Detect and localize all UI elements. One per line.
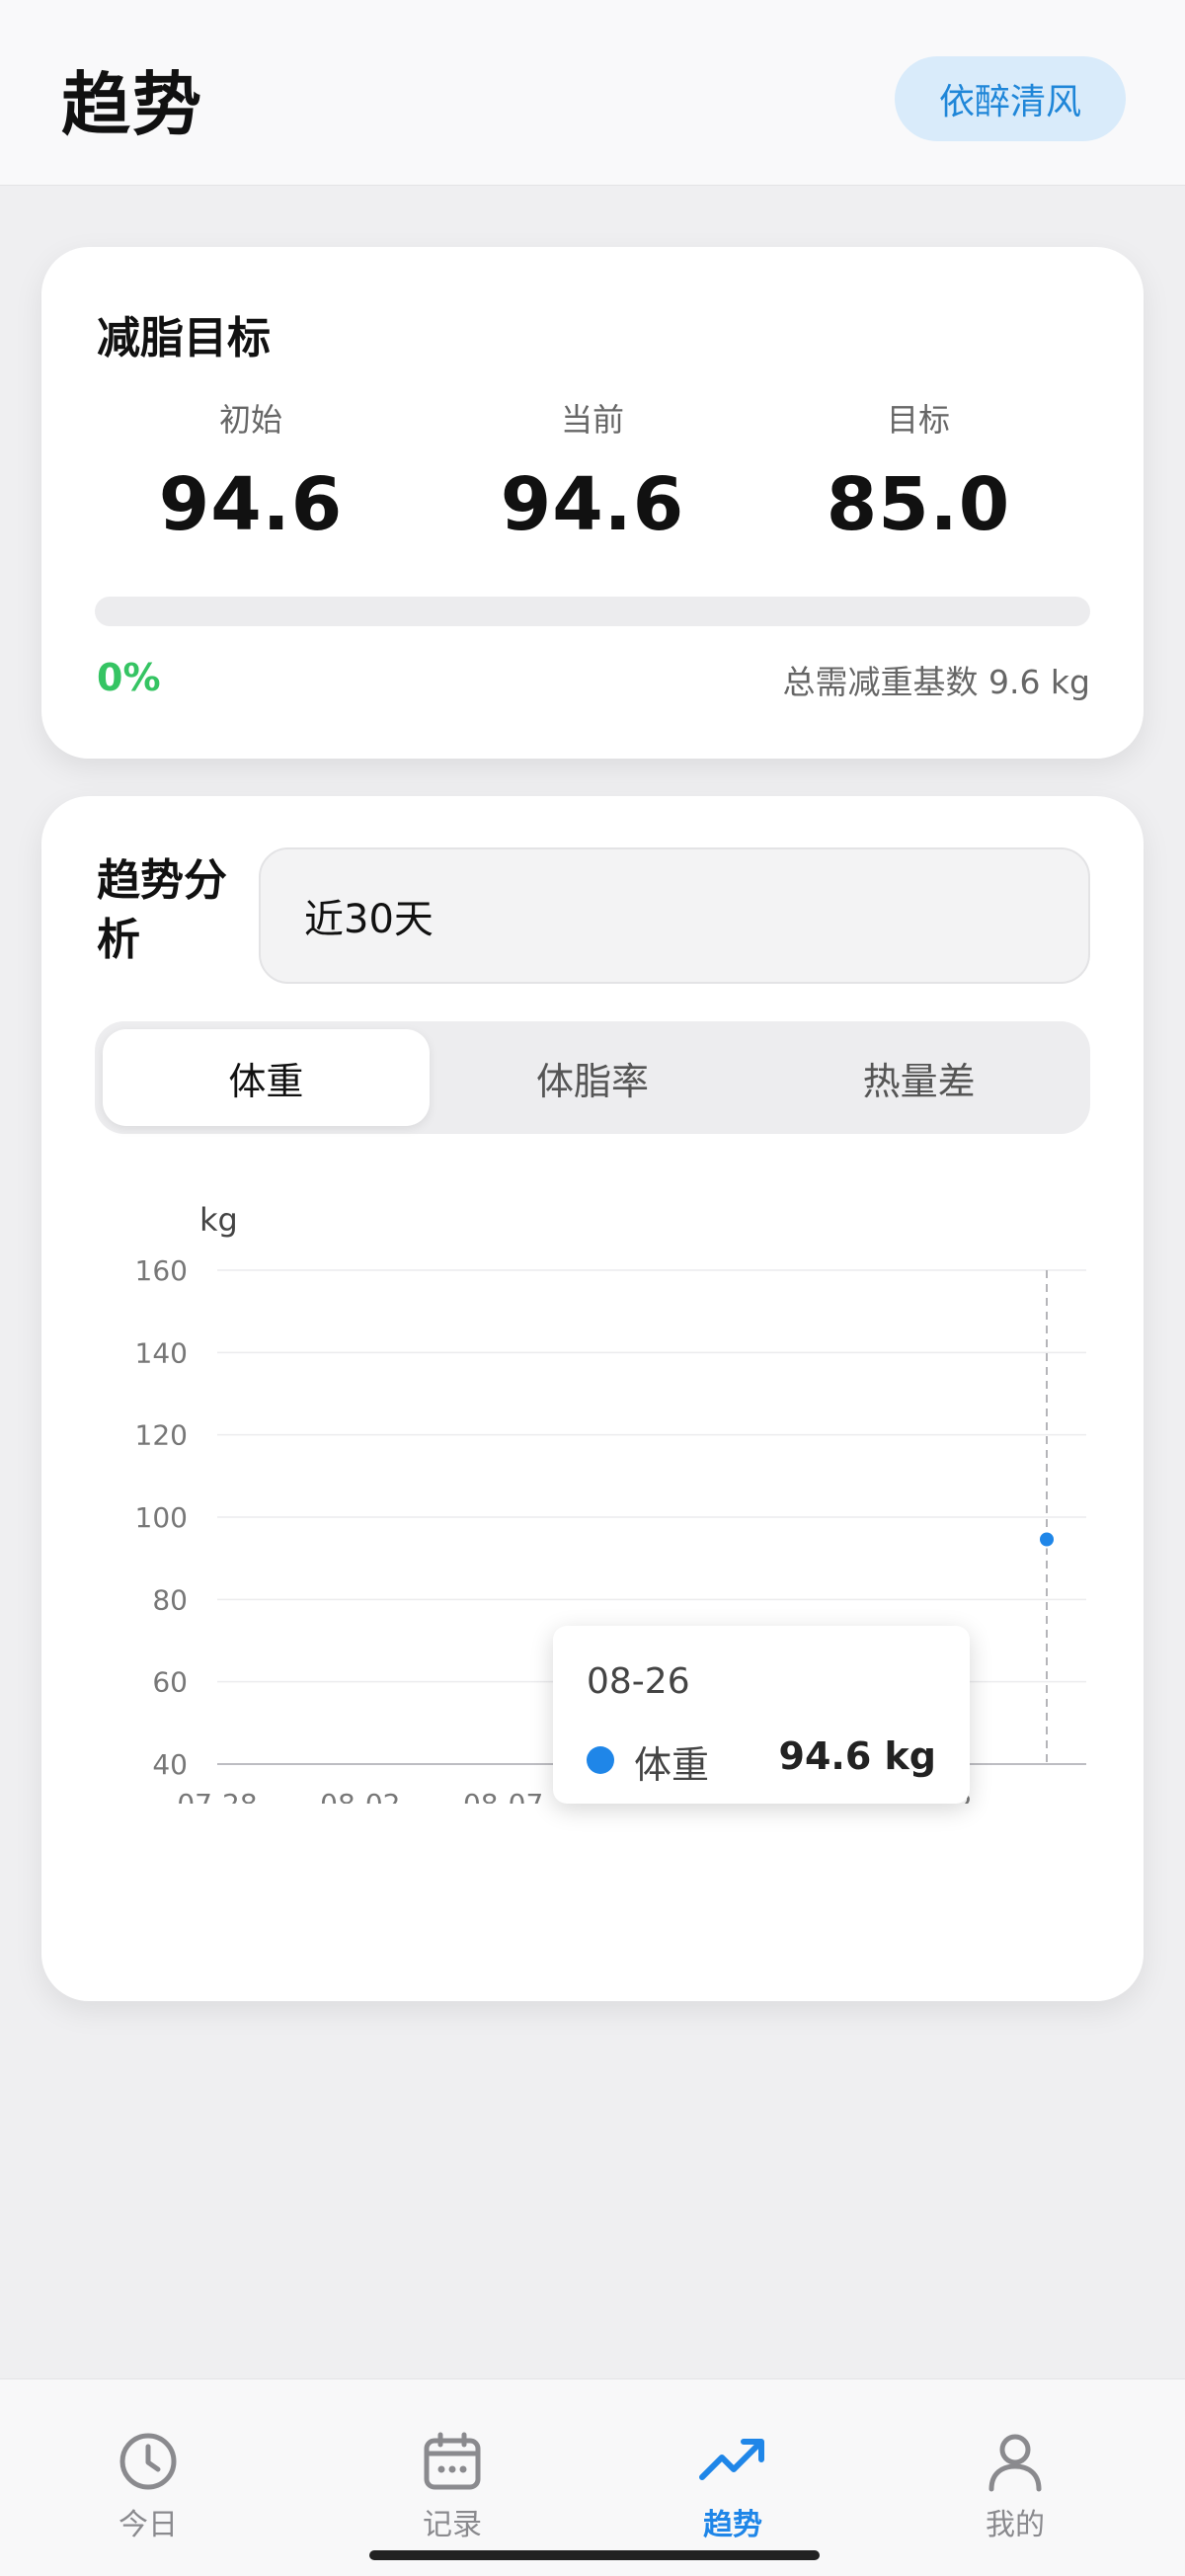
stat-initial-label: 初始: [218, 401, 282, 439]
person-icon: [916, 2427, 1114, 2496]
goal-progress-bar: [95, 597, 1090, 626]
stat-target: 目标 85.0: [770, 395, 1066, 547]
stat-current-label: 当前: [560, 401, 624, 439]
y-tick-label: 160: [135, 1254, 188, 1287]
nav-label-mine: 我的: [986, 2508, 1045, 2542]
user-chip[interactable]: 依醉清风: [895, 56, 1126, 141]
weight-trend-chart[interactable]: kg 40608010012014016007-2808-0208-0708-1…: [41, 1171, 1144, 1804]
range-select[interactable]: 近30天: [259, 847, 1090, 984]
chart-tooltip: 08-26 体重 94.6 kg: [553, 1626, 970, 1804]
y-tick-label: 80: [152, 1583, 188, 1616]
tooltip-value: 94.6 kg: [778, 1734, 936, 1778]
stat-initial-value: 94.6: [158, 462, 344, 547]
nav-item-today[interactable]: 今日: [49, 2427, 247, 2543]
nav-item-records[interactable]: 记录: [354, 2427, 551, 2543]
nav-item-trends[interactable]: 趋势: [634, 2427, 831, 2543]
y-tick-label: 60: [152, 1666, 188, 1699]
page-title: 趋势: [61, 64, 203, 145]
tab-body-fat[interactable]: 体脂率: [430, 1029, 756, 1126]
y-tick-label: 100: [135, 1501, 188, 1534]
y-tick-label: 120: [135, 1419, 188, 1452]
stat-initial: 初始 94.6: [103, 395, 399, 547]
header: 趋势 依醉清风: [0, 0, 1185, 186]
stat-current-value: 94.6: [500, 462, 685, 547]
trend-card-title: 趋势分析: [97, 855, 227, 965]
y-tick-label: 40: [152, 1748, 188, 1781]
calendar-icon: [354, 2427, 551, 2496]
x-tick-label: 08-02: [320, 1788, 400, 1804]
trend-up-icon: [634, 2427, 831, 2496]
clock-icon: [49, 2427, 247, 2496]
nav-item-mine[interactable]: 我的: [916, 2427, 1114, 2543]
nav-label-records: 记录: [423, 2508, 482, 2542]
nav-label-today: 今日: [118, 2508, 178, 2542]
stat-target-value: 85.0: [826, 462, 1011, 547]
goal-card-title: 减脂目标: [97, 313, 271, 363]
metric-segmented-control: 体重 体脂率 热量差: [95, 1021, 1090, 1134]
x-tick-label: 08-07: [463, 1788, 543, 1804]
x-tick-label: 07-28: [177, 1788, 257, 1804]
nav-label-trends: 趋势: [703, 2508, 762, 2542]
tooltip-series-dot: [587, 1746, 614, 1774]
stat-target-label: 目标: [886, 401, 950, 439]
tab-weight[interactable]: 体重: [103, 1029, 430, 1126]
data-point: [1038, 1530, 1056, 1549]
bottom-nav: 今日 记录 趋势 我的: [0, 2378, 1185, 2576]
tab-calorie-gap[interactable]: 热量差: [755, 1029, 1082, 1126]
goal-progress-percent: 0%: [97, 656, 161, 699]
tooltip-series-name: 体重: [634, 1743, 710, 1787]
trend-analysis-card: 趋势分析 近30天 体重 体脂率 热量差 kg 40 60 80 100 120 140 1…: [41, 796, 1144, 2001]
y-tick-label: 140: [135, 1336, 188, 1369]
goal-remaining-note: 总需减重基数 9.6 kg: [782, 663, 1090, 701]
tooltip-date: 08-26: [587, 1661, 690, 1702]
fat-loss-goal-card: 减脂目标 初始 94.6 当前 94.6 目标 85.0 0% 总需减重基数 9…: [41, 247, 1144, 759]
home-indicator: [369, 2550, 820, 2560]
stat-current: 当前 94.6: [444, 395, 741, 547]
